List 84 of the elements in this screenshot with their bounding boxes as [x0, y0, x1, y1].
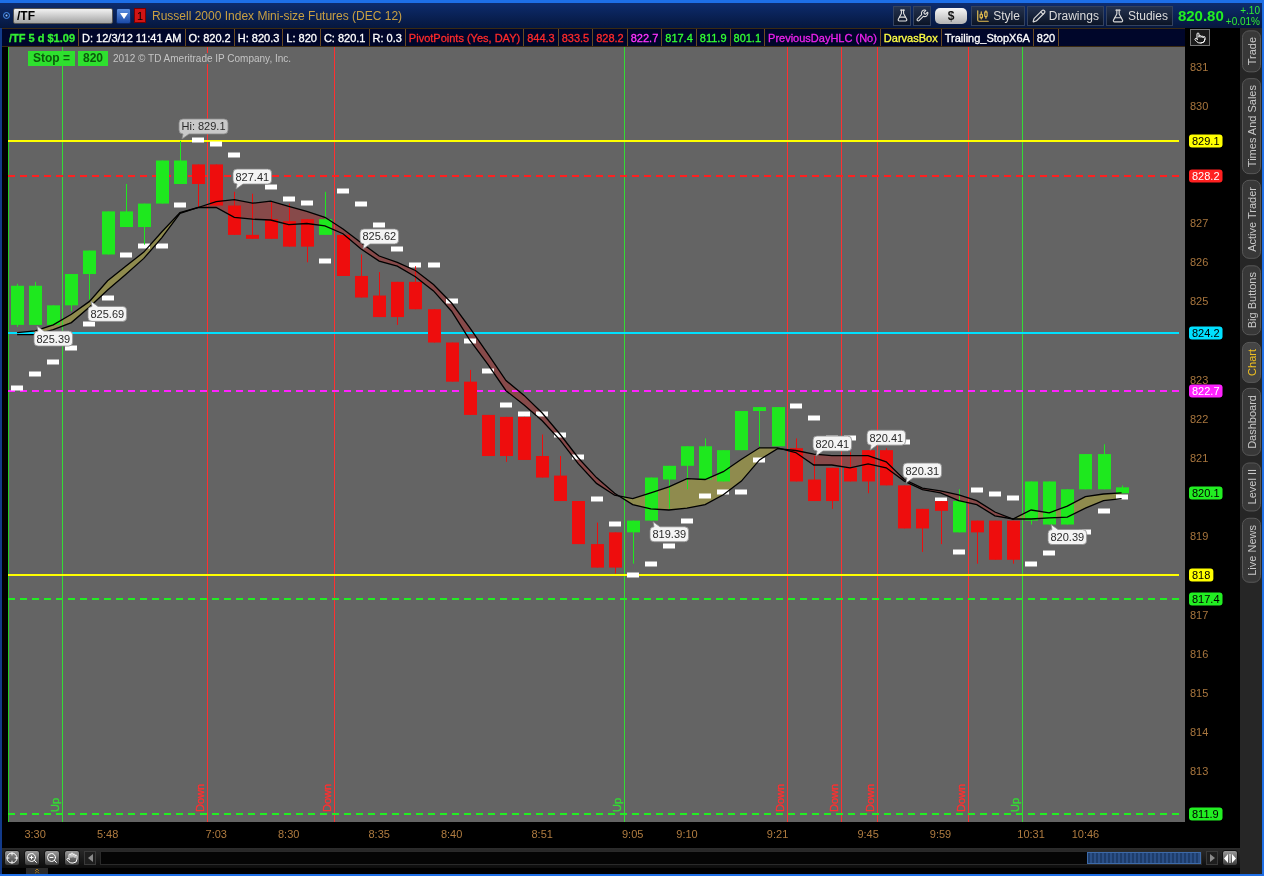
time-axis-label: 3:30 [24, 828, 46, 840]
info-item: O: 820.2 [185, 29, 235, 46]
instrument-description: Russell 2000 Index Mini-size Futures (DEC 12) [152, 8, 403, 23]
annotation: 820.41 [869, 431, 904, 444]
price-callout: 827.41 [232, 168, 273, 190]
signal-label: Down [321, 783, 333, 812]
price-callout: 820.41 [812, 435, 853, 457]
info-item: D: 12/3/12 11:41 AM [79, 29, 186, 46]
time-axis-label: 9:59 [929, 828, 952, 840]
copyright-text: 2012 © TD Ameritrade IP Company, Inc. [113, 53, 292, 64]
annotation: 820.41 [815, 437, 850, 450]
annotation: 827.41 [235, 170, 270, 183]
price-axis-label: 821 [1190, 452, 1209, 464]
signal-label: Up [49, 797, 61, 812]
signal-label: Down [955, 783, 967, 812]
info-item: PreviousDayHLC (No) [765, 29, 881, 46]
time-axis-label: 10:46 [1071, 828, 1100, 840]
time-axis-label: 10:31 [1017, 828, 1045, 840]
price-callout: 825.39 [33, 325, 74, 347]
stop-value: 820 [78, 51, 109, 66]
price-axis-label: 817 [1190, 608, 1209, 621]
time-axis-label: 8:51 [531, 828, 553, 840]
price-axis-label: 815 [1190, 686, 1209, 699]
time-axis-label: 5:48 [96, 828, 119, 840]
info-item: 822.7 [627, 29, 663, 46]
signal-label: Down [774, 783, 786, 812]
time-axis-label: 9:45 [857, 828, 879, 840]
annotation: 825.69 [90, 307, 125, 320]
annotation: 820.31 [905, 464, 940, 477]
symbol-summary: /TF 5 d $1.09 [6, 29, 80, 46]
info-item: R: 0.3 [369, 29, 406, 46]
price-callout: 825.69 [87, 301, 128, 322]
info-item: C: 820.1 [320, 29, 370, 46]
info-item: H: 820.3 [234, 29, 284, 46]
time-axis-label: 8:35 [368, 828, 390, 840]
info-item: DarvasBox [880, 29, 942, 46]
info-item: Trailing_StopX6A [941, 29, 1034, 46]
time-axis-label: 9:21 [766, 828, 789, 840]
signal-label: Down [194, 783, 206, 812]
info-item: 828.2 [593, 29, 628, 46]
price-axis-label: 830 [1190, 99, 1209, 112]
price-axis-label: 827 [1190, 217, 1209, 230]
info-item: PivotPoints (Yes, DAY) [405, 29, 525, 46]
time-axis-label: 8:30 [277, 828, 300, 840]
price-axis-label: 822 [1190, 412, 1209, 425]
price-callout: 825.62 [359, 228, 400, 250]
price-callout: 819.39 [649, 521, 690, 543]
info-item: 801.1 [730, 29, 766, 46]
price-axis-label: 831 [1190, 60, 1209, 73]
annotation: 820.39 [1050, 531, 1085, 544]
price-callout: 820.41 [866, 429, 907, 451]
price-axis-label: 823 [1190, 373, 1209, 386]
annotation: 825.39 [36, 332, 71, 345]
info-item: 844.3 [524, 29, 559, 46]
signal-label: Down [864, 783, 876, 812]
price-axis-label: 813 [1190, 765, 1209, 778]
price-callout: Hi: 829.1 [178, 118, 229, 140]
price-axis-label: 814 [1190, 725, 1209, 738]
signal-label: Up [611, 797, 623, 812]
price-axis-label: 825 [1190, 295, 1209, 308]
price-axis-label: 826 [1190, 256, 1209, 269]
price-callout: 820.31 [902, 462, 943, 484]
price-callout: 820.39 [1047, 524, 1088, 545]
ref-line-label: 811.9 [1192, 808, 1219, 820]
price-axis-label: 816 [1190, 647, 1209, 660]
percent-change: +0.01% [1225, 15, 1260, 27]
annotation: Hi: 829.1 [181, 120, 226, 133]
signal-label: Up [1009, 797, 1021, 812]
info-item: L: 820 [283, 29, 321, 46]
annotation: 825.62 [362, 230, 397, 243]
info-item: 833.5 [558, 29, 594, 46]
net-change: +.10 [1240, 4, 1260, 16]
signal-label: Down [828, 783, 840, 812]
info-item: 817.4 [662, 29, 697, 46]
price-axis-label: 819 [1190, 530, 1209, 543]
time-axis-label: 9:05 [622, 828, 644, 840]
time-axis-label: 9:10 [676, 828, 698, 840]
time-axis-label: 7:03 [205, 828, 227, 840]
info-item: 820 [1033, 29, 1060, 46]
last-price: 820.80 [1177, 7, 1224, 24]
annotation: 819.39 [652, 528, 687, 541]
stop-label: Stop = [28, 51, 75, 66]
time-axis-label: 8:40 [440, 828, 463, 840]
info-item: 811.9 [696, 29, 731, 46]
